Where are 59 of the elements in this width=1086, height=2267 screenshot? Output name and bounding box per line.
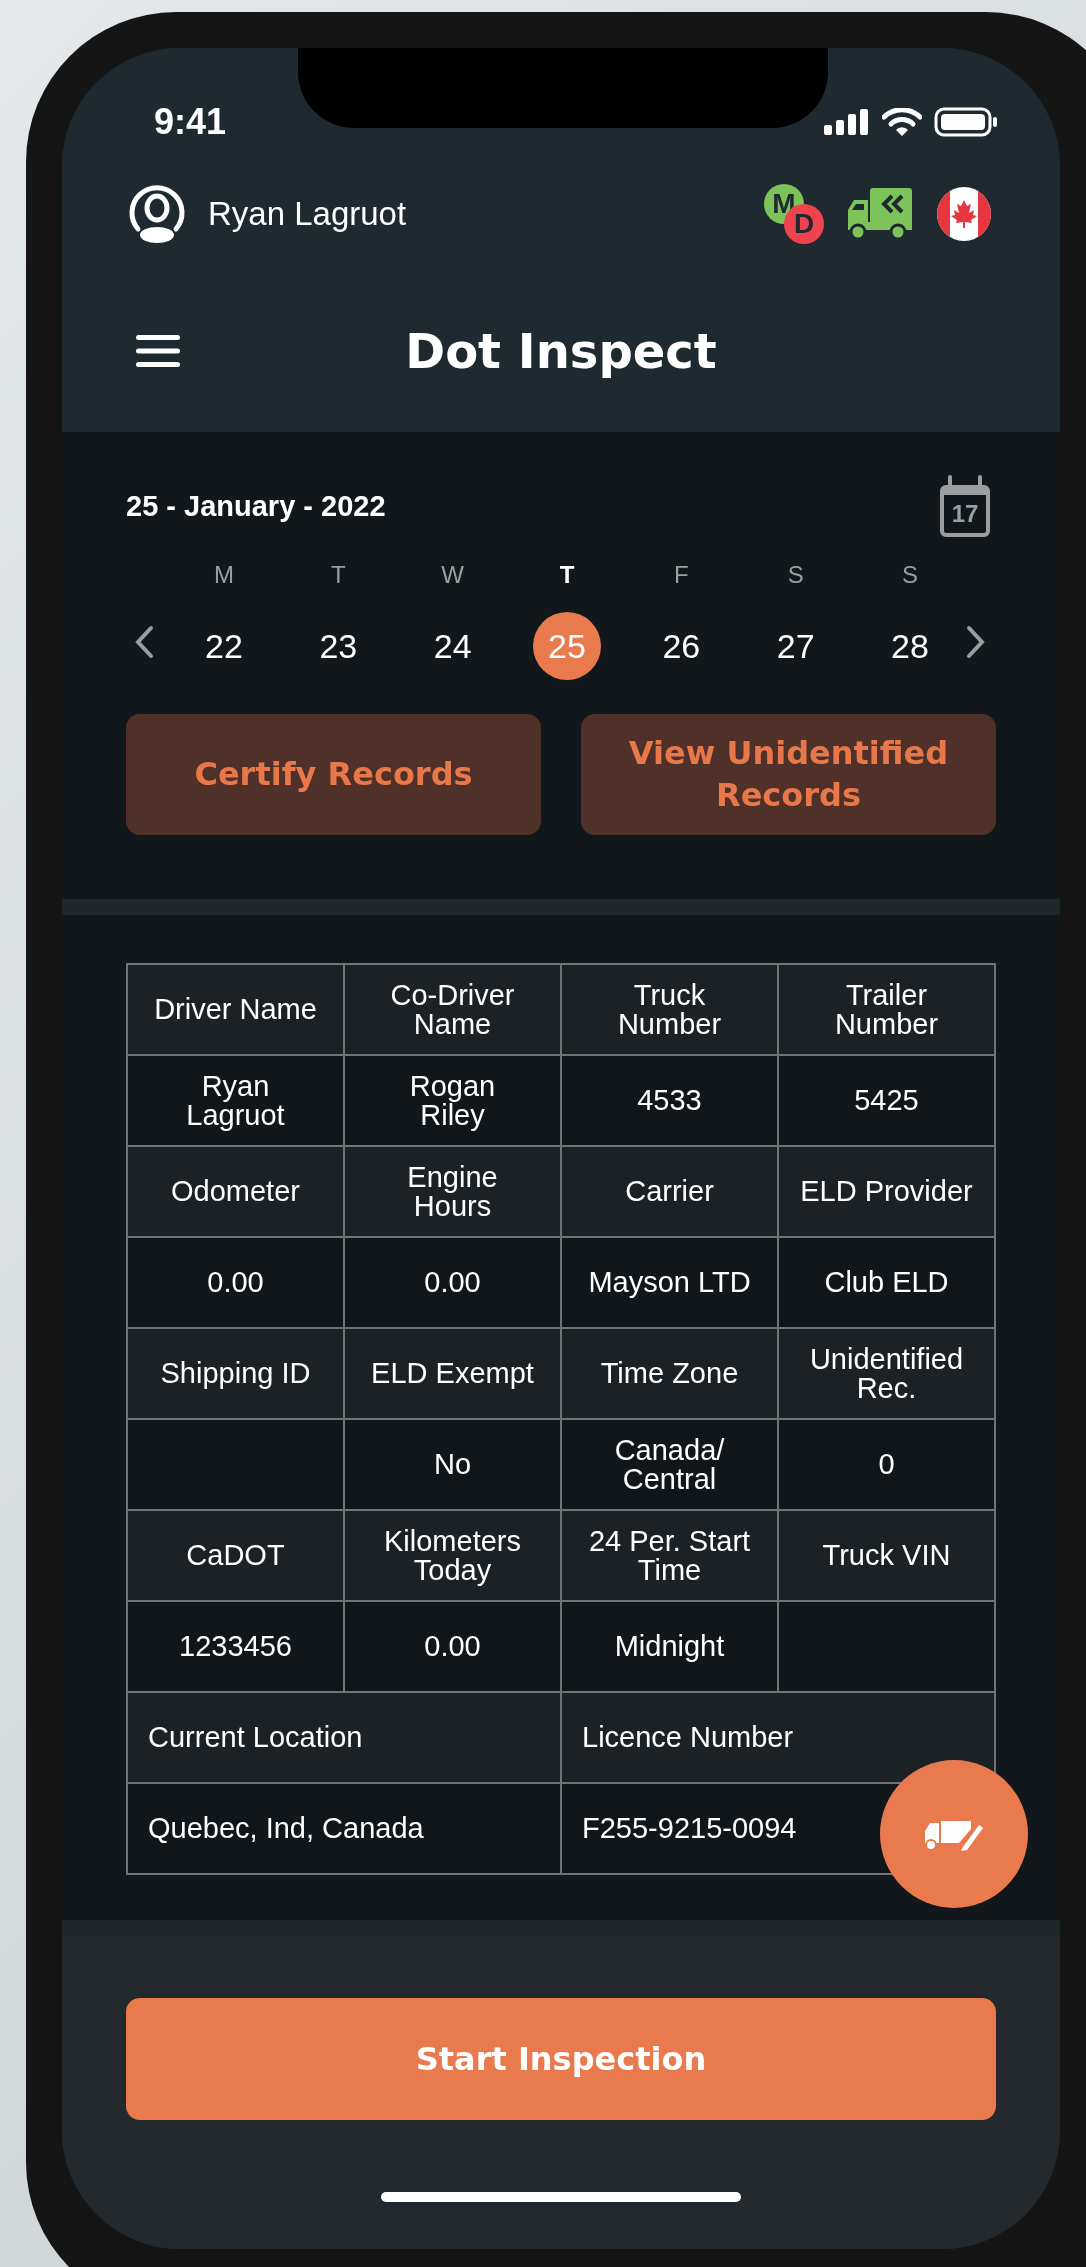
field-label: Engine Hours [407,1162,498,1221]
field-label: Licence Number [582,1723,794,1752]
field-label: CaDOT [186,1541,285,1570]
wifi-icon [882,108,922,136]
day-number[interactable]: 27 [761,612,830,680]
menu-icon[interactable] [136,334,180,368]
screen-title: Dot Inspect [405,323,717,379]
battery-icon [934,107,998,137]
action-button[interactable]: View Unidentified Records [581,714,996,835]
field-value: Quebec, Ind, Canada [148,1814,424,1843]
field-value: Midnight [614,1632,725,1661]
date-label: 25 - January - 2022 [126,489,386,523]
field-label: Unidentified Rec. [809,1344,964,1403]
weekday-label: S [787,560,804,590]
field-value: Ryan Lagruot [186,1071,285,1130]
field-label: Truck Number [617,980,722,1039]
field-value: No [433,1450,472,1479]
field-value: Canada/ Central [614,1435,725,1494]
weekday-label: M [214,560,234,590]
chevron-right-icon[interactable] [966,625,986,659]
field-value: 1233456 [179,1632,292,1661]
field-value: Mayson LTD [588,1268,751,1297]
field-value: 5425 [854,1086,919,1115]
field-label: Co-Driver Name [390,980,515,1039]
field-value: F255-9215-0094 [582,1814,797,1843]
day-number[interactable]: 23 [304,612,373,680]
field-label: Time Zone [600,1359,739,1388]
field-label: Carrier [625,1177,714,1206]
action-button[interactable]: Certify Records [126,714,541,835]
weekday-label: F [673,560,689,590]
day-number[interactable]: 26 [647,612,716,680]
weekday-label: S [901,560,918,590]
day-number[interactable]: 24 [418,612,487,680]
signal-icon [824,109,870,135]
field-label: Current Location [148,1723,363,1752]
day-number[interactable]: 22 [190,612,258,680]
field-label: Trailer Number [834,980,939,1039]
field-label: Driver Name [154,995,317,1024]
field-value: 4533 [637,1086,702,1115]
day-number[interactable]: 28 [875,612,944,680]
chevron-left-icon[interactable] [134,625,154,659]
field-value: 0.00 [424,1268,481,1297]
field-label: Kilometers Today [384,1526,521,1585]
field-value: 0 [878,1450,895,1479]
user-name: Ryan Lagruot [208,195,407,233]
field-label: Odometer [171,1177,300,1206]
status-time: 9:41 [154,104,227,140]
field-value: Rogan Riley [409,1071,496,1130]
field-value: Club ELD [824,1268,949,1297]
field-label: Truck VIN [822,1541,951,1570]
weekday-label: W [441,560,464,590]
field-label: ELD Exempt [371,1359,534,1388]
field-label: ELD Provider [800,1177,973,1206]
field-label: 24 Per. Start Time [588,1526,751,1585]
field-value: 0.00 [424,1632,481,1661]
weekday-label: T [331,560,346,590]
weekday-label: T [559,560,575,590]
field-label: Shipping ID [160,1359,311,1388]
field-value: 0.00 [207,1268,264,1297]
